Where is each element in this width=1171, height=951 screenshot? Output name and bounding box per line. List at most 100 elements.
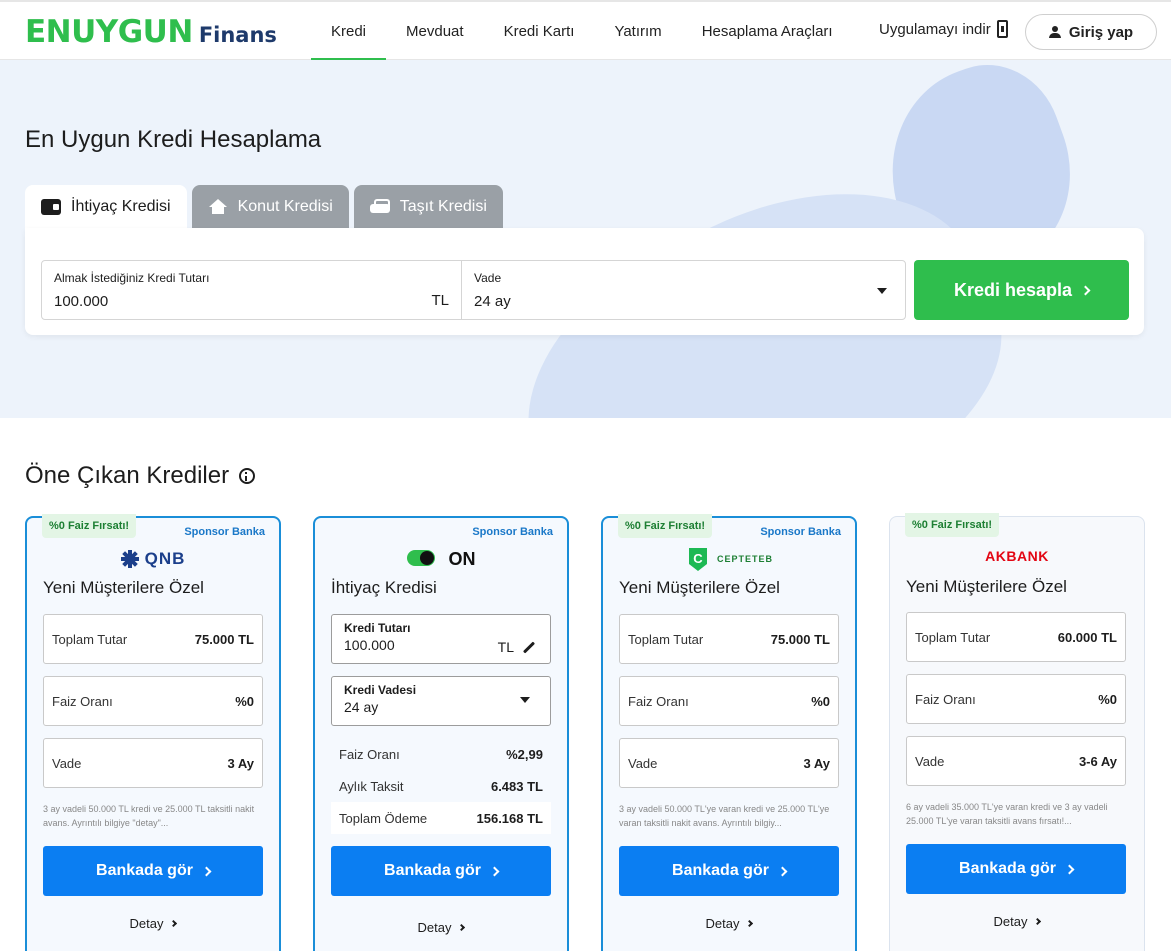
- nav-item-kredi[interactable]: Kredi: [311, 2, 387, 61]
- view-at-bank-button[interactable]: Bankada gör: [331, 846, 551, 896]
- loan-card-qnb: %0 Faiz Fırsatı! Sponsor Banka QNB Yeni …: [25, 514, 281, 951]
- loan-term-value: 24 ay: [474, 293, 511, 310]
- loan-card-akbank: %0 Faiz Fırsatı! AKBANK Yeni Müşterilere…: [889, 513, 1145, 951]
- detail-label: Detay: [417, 920, 452, 935]
- loan-term-select[interactable]: Vade 24 ay: [462, 261, 905, 319]
- row-value: 75.000 TL: [194, 631, 254, 647]
- input-value: 24 ay: [344, 699, 379, 715]
- login-button[interactable]: Giriş yap: [1025, 14, 1157, 50]
- term-row: Vade 3 Ay: [43, 738, 263, 788]
- interest-rate-stat: Faiz Oranı %2,99: [331, 738, 551, 770]
- nav-item-hesaplama-araclari[interactable]: Hesaplama Araçları: [682, 2, 853, 60]
- loan-term-label: Vade: [474, 271, 502, 285]
- stat-value: 6.483 TL: [490, 778, 543, 794]
- detail-link[interactable]: Detay: [27, 916, 279, 931]
- detail-link[interactable]: Detay: [315, 920, 567, 935]
- interest-rate-row: Faiz Oranı %0: [906, 674, 1126, 724]
- row-value: %0: [235, 693, 254, 709]
- bank-name: AKBANK: [985, 548, 1049, 564]
- bank-name: CEPTETEB: [716, 554, 773, 564]
- card-note: 6 ay vadeli 35.000 TL'ye varan kredi ve …: [906, 802, 1108, 826]
- app-download-link[interactable]: Uygulamayı indir: [879, 20, 1008, 38]
- chevron-right-icon: [777, 866, 788, 876]
- pencil-icon[interactable]: [522, 640, 536, 654]
- calculate-loan-label: Kredi hesapla: [953, 279, 1073, 300]
- tab-konut-kredisi[interactable]: Konut Kredisi: [191, 185, 349, 228]
- view-at-bank-label: Bankada gör: [959, 860, 1056, 877]
- stat-value: %2,99: [506, 746, 543, 762]
- stat-label: Aylık Taksit: [339, 778, 404, 794]
- view-at-bank-button[interactable]: Bankada gör: [906, 844, 1126, 894]
- card-loan-amount-input[interactable]: Kredi Tutarı 100.000 TL: [331, 614, 551, 664]
- row-label: Toplam Tutar: [915, 629, 991, 645]
- row-label: Vade: [52, 755, 82, 771]
- sponsor-label: Sponsor Banka: [184, 526, 265, 538]
- detail-link[interactable]: Detay: [890, 914, 1144, 929]
- login-label: Giriş yap: [1068, 23, 1134, 41]
- view-at-bank-label: Bankada gör: [96, 862, 193, 879]
- loan-amount-label: Almak İstediğiniz Kredi Tutarı: [54, 271, 210, 285]
- row-value: 60.000 TL: [1057, 629, 1117, 645]
- term-row: Vade 3-6 Ay: [906, 736, 1126, 786]
- row-value: %0: [1098, 691, 1117, 707]
- row-value: 75.000 TL: [770, 631, 830, 647]
- view-at-bank-button[interactable]: Bankada gör: [619, 846, 839, 896]
- promo-badge: %0 Faiz Fırsatı!: [42, 514, 137, 538]
- phone-icon: [996, 20, 1008, 38]
- total-amount-row: Toplam Tutar 60.000 TL: [906, 612, 1126, 662]
- loan-amount-field[interactable]: Almak İstediğiniz Kredi Tutarı 100.000 T…: [42, 261, 462, 319]
- loan-card-cepteteb: %0 Faiz Fırsatı! Sponsor Banka C CEPTETE…: [601, 514, 857, 951]
- interest-rate-row: Faiz Oranı %0: [43, 676, 263, 726]
- row-label: Toplam Tutar: [628, 631, 704, 647]
- total-payment-stat: Toplam Ödeme 156.168 TL: [331, 802, 551, 834]
- promo-badge: %0 Faiz Fırsatı!: [905, 513, 1000, 537]
- tab-label: Taşıt Kredisi: [399, 197, 487, 215]
- bank-name: ON: [448, 548, 476, 569]
- logo-main: ENUYGUN: [25, 14, 193, 50]
- row-value: 3-6 Ay: [1078, 753, 1117, 769]
- stat-label: Toplam Ödeme: [339, 810, 428, 826]
- calculator-fields: Almak İstediğiniz Kredi Tutarı 100.000 T…: [41, 260, 906, 320]
- loan-amount-unit: TL: [431, 292, 449, 309]
- chevron-right-icon: [1080, 285, 1091, 295]
- hero-section: En Uygun Kredi Hesaplama İhtiyaç Kredisi…: [0, 60, 1171, 418]
- promo-badge: %0 Faiz Fırsatı!: [618, 514, 713, 538]
- detail-label: Detay: [129, 916, 164, 931]
- chevron-right-icon: [170, 919, 178, 928]
- logo-sub: Finans: [198, 23, 277, 47]
- detail-link[interactable]: Detay: [603, 916, 855, 931]
- caret-down-icon: [520, 697, 530, 703]
- bank-logo-cepteteb: C CEPTETEB: [603, 546, 855, 572]
- card-note: 3 ay vadeli 50.000 TL'ye varan kredi ve …: [619, 804, 830, 828]
- nav-item-kredi-karti[interactable]: Kredi Kartı: [484, 2, 595, 60]
- on-logo-icon: [406, 550, 435, 566]
- loan-type-tabs: İhtiyaç Kredisi Konut Kredisi Taşıt Kred…: [25, 185, 503, 228]
- featured-loans-title-text: Öne Çıkan Krediler: [25, 462, 230, 489]
- row-label: Vade: [915, 753, 945, 769]
- amount-unit: TL: [497, 639, 514, 655]
- card-loan-term-select[interactable]: Kredi Vadesi 24 ay: [331, 676, 551, 726]
- nav-item-yatirim[interactable]: Yatırım: [594, 2, 681, 60]
- loan-amount-input[interactable]: 100.000: [54, 293, 449, 310]
- qnb-logo-icon: [120, 550, 139, 568]
- bank-name: QNB: [144, 549, 186, 568]
- chevron-right-icon: [458, 923, 466, 932]
- nav-item-mevduat[interactable]: Mevduat: [386, 2, 484, 60]
- monthly-installment-stat: Aylık Taksit 6.483 TL: [331, 770, 551, 802]
- total-amount-row: Toplam Tutar 75.000 TL: [619, 614, 839, 664]
- card-title: Yeni Müşterilere Özel: [43, 578, 204, 597]
- input-label: Kredi Vadesi: [344, 683, 417, 697]
- calculate-loan-button[interactable]: Kredi hesapla: [914, 260, 1129, 320]
- tab-tasit-kredisi[interactable]: Taşıt Kredisi: [353, 185, 503, 228]
- view-at-bank-button[interactable]: Bankada gör: [43, 846, 263, 896]
- logo[interactable]: ENUYGUN Finans: [25, 14, 277, 50]
- term-row: Vade 3 Ay: [619, 738, 839, 788]
- input-label: Kredi Tutarı: [344, 621, 411, 635]
- tab-ihtiyac-kredisi[interactable]: İhtiyaç Kredisi: [25, 185, 187, 228]
- info-icon[interactable]: [239, 468, 256, 484]
- bank-logo-qnb: QNB: [27, 546, 279, 572]
- row-label: Faiz Oranı: [628, 693, 689, 709]
- site-header: ENUYGUN Finans Kredi Mevduat Kredi Kartı…: [0, 0, 1171, 61]
- bank-logo-akbank: AKBANK: [890, 543, 1144, 569]
- wallet-icon: [41, 198, 61, 215]
